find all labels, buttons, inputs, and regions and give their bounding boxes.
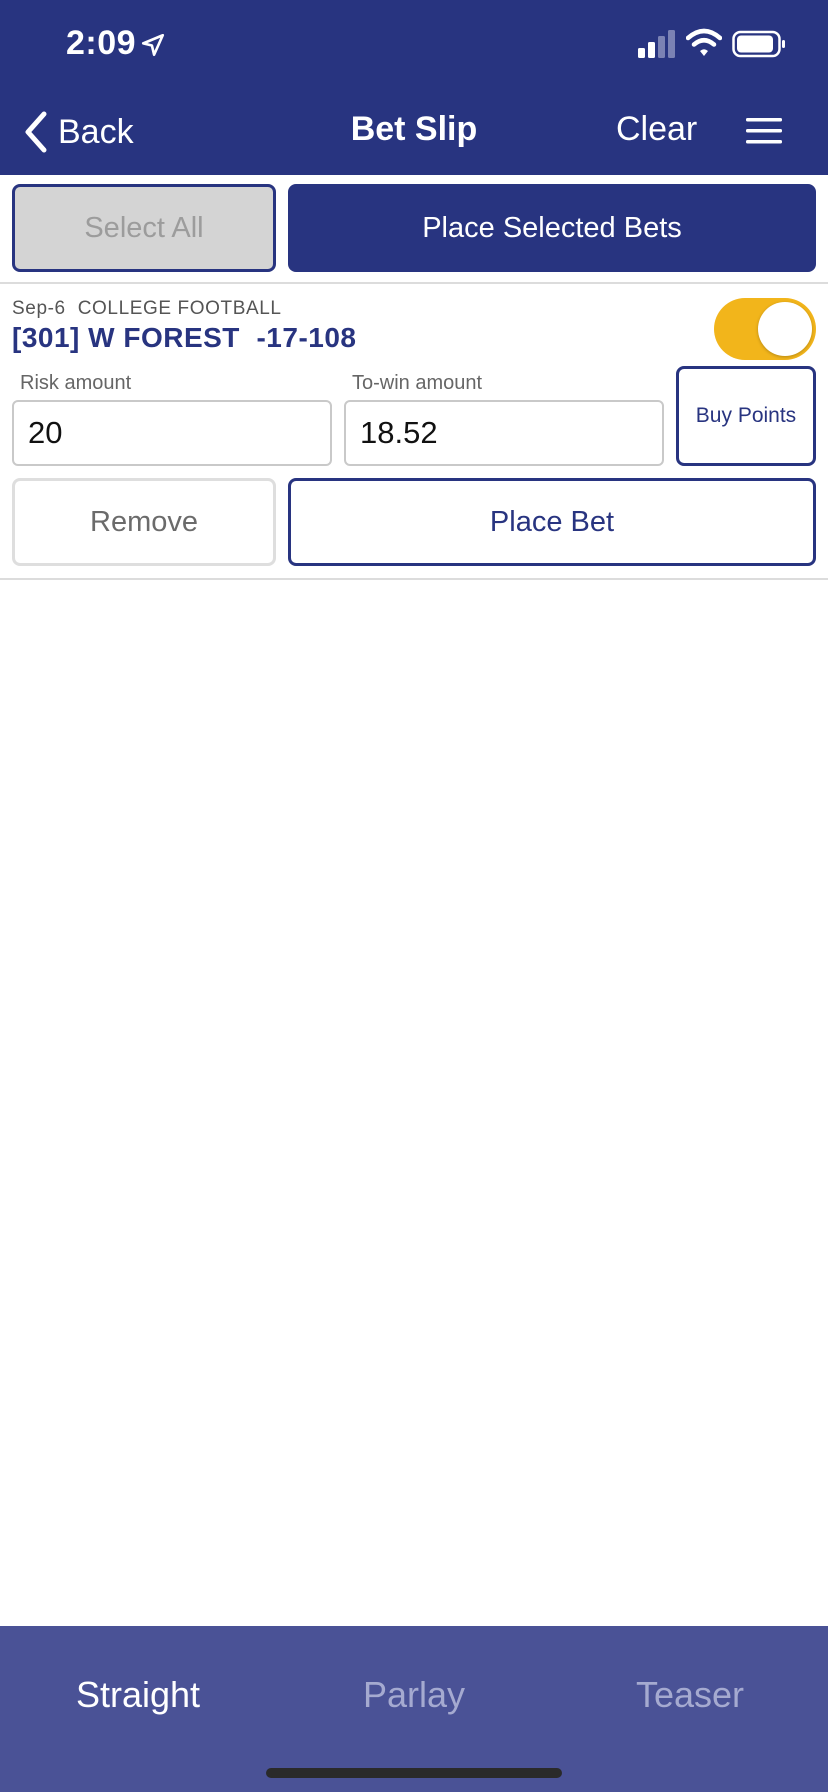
bottom-tab-bar: Straight Parlay Teaser — [0, 1626, 828, 1792]
risk-amount-label: Risk amount — [20, 372, 132, 394]
divider — [0, 282, 828, 284]
clear-button[interactable]: Clear — [616, 110, 697, 149]
select-all-button[interactable]: Select All — [12, 184, 276, 272]
remove-button[interactable]: Remove — [12, 478, 276, 566]
to-win-amount-input[interactable]: 18.52 — [344, 400, 664, 466]
bet-meta: Sep-6 COLLEGE FOOTBALL — [12, 298, 282, 320]
status-time: 2:09 — [66, 24, 137, 62]
header: 2:09 Back Bet Slip Clear — [0, 0, 828, 175]
toggle-knob — [758, 302, 812, 356]
buy-points-button[interactable]: Buy Points — [676, 366, 816, 466]
bet-slip-screen: 2:09 Back Bet Slip Clear Select All Plac… — [0, 0, 828, 1792]
hamburger-menu-icon[interactable] — [744, 116, 784, 146]
location-arrow-icon — [141, 33, 165, 57]
bet-date: Sep-6 — [12, 298, 66, 319]
wifi-icon — [686, 28, 722, 56]
home-indicator — [266, 1768, 562, 1778]
risk-amount-input[interactable]: 20 — [12, 400, 332, 466]
bet-league: COLLEGE FOOTBALL — [77, 298, 282, 319]
tab-teaser[interactable]: Teaser — [590, 1674, 790, 1716]
to-win-amount-label: To-win amount — [352, 372, 483, 394]
divider — [0, 578, 828, 580]
tab-straight[interactable]: Straight — [38, 1674, 238, 1716]
place-selected-bets-button[interactable]: Place Selected Bets — [288, 184, 816, 272]
page-title: Bet Slip — [350, 110, 478, 148]
bet-select-toggle[interactable] — [714, 298, 816, 360]
place-bet-button[interactable]: Place Bet — [288, 478, 816, 566]
tab-parlay[interactable]: Parlay — [314, 1674, 514, 1716]
battery-icon — [732, 30, 785, 58]
cellular-signal-icon — [638, 30, 675, 58]
bet-selection: [301] W FOREST -17-108 — [12, 322, 357, 353]
